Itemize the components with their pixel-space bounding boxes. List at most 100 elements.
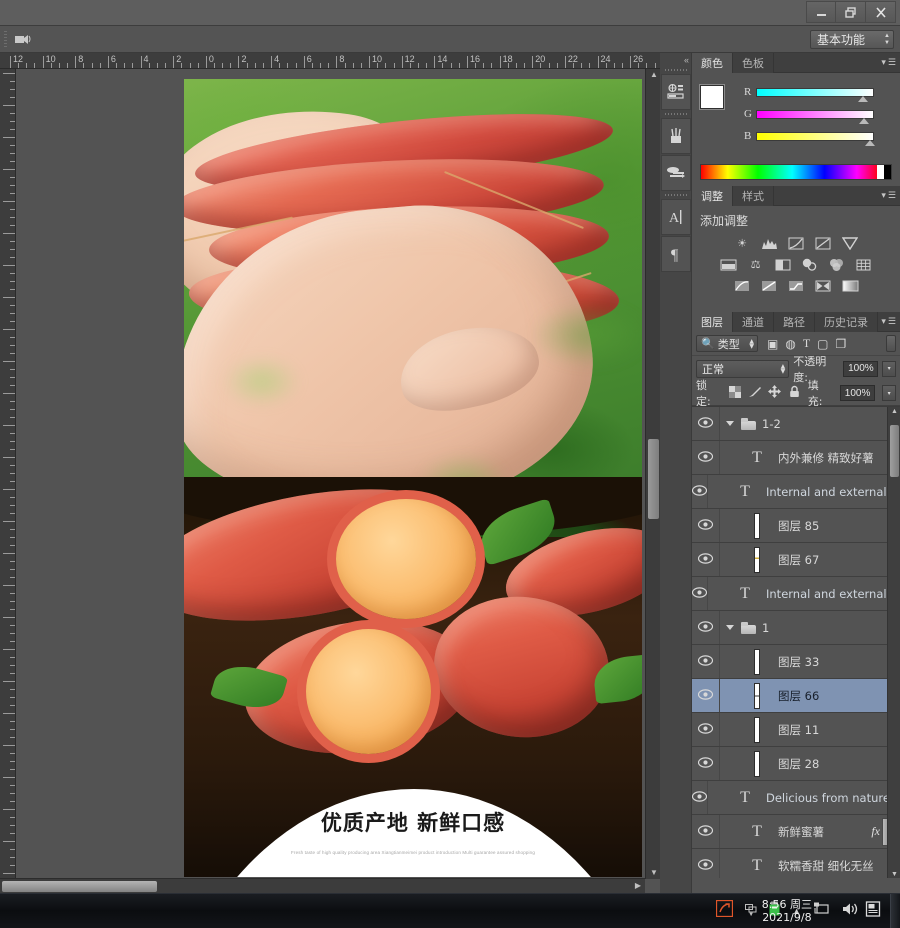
- layer-row[interactable]: T 软糯香甜 细化无丝: [692, 849, 900, 878]
- scroll-up-icon[interactable]: ▲: [650, 71, 658, 79]
- layer-visibility-toggle[interactable]: [692, 747, 720, 780]
- channel-thumb-r[interactable]: [857, 95, 868, 102]
- selective-color-icon[interactable]: [813, 277, 833, 294]
- layer-row[interactable]: 1: [692, 611, 900, 645]
- layer-visibility-toggle[interactable]: [692, 645, 720, 678]
- black-white-swatch[interactable]: [877, 165, 891, 179]
- hue-saturation-icon[interactable]: [719, 256, 739, 273]
- lock-transparent-pixels-icon[interactable]: [728, 385, 741, 401]
- horizontal-ruler[interactable]: 12 10 8 6 4 2 0 2 4 6 8 10 12 14 16 18 20 22 24 26: [0, 53, 660, 69]
- layer-visibility-toggle[interactable]: [692, 679, 720, 712]
- layer-thumbnail[interactable]: [742, 750, 772, 777]
- layer-row[interactable]: T Internal and external ...: [692, 475, 900, 509]
- layer-thumbnail[interactable]: T: [730, 483, 760, 501]
- vibrance-icon[interactable]: [840, 235, 860, 252]
- show-desktop-button[interactable]: [890, 893, 900, 928]
- rail-grip-3[interactable]: [661, 192, 691, 198]
- tab-color[interactable]: 颜色: [692, 53, 733, 73]
- scroll-down-icon[interactable]: ▼: [650, 869, 658, 877]
- color-lookup-icon[interactable]: [854, 256, 874, 273]
- layer-thumbnail[interactable]: T: [742, 449, 772, 467]
- layer-thumbnail[interactable]: [742, 512, 772, 539]
- blend-mode-dropdown[interactable]: 正常 ▲ ▼: [696, 359, 790, 378]
- channel-thumb-g[interactable]: [859, 117, 870, 124]
- black-and-white-icon[interactable]: [773, 256, 793, 273]
- layer-thumbnail[interactable]: T: [742, 823, 772, 841]
- group-disclosure-triangle-icon[interactable]: [726, 421, 734, 426]
- layer-visibility-toggle[interactable]: [692, 713, 720, 746]
- threshold-icon[interactable]: [786, 277, 806, 294]
- layer-thumbnail[interactable]: T: [730, 585, 760, 603]
- collapse-panels-icon[interactable]: «: [684, 55, 689, 65]
- filter-pixel-icon[interactable]: ▣: [767, 337, 778, 351]
- lock-image-pixels-icon[interactable]: [748, 386, 761, 401]
- network-icon[interactable]: [813, 902, 830, 921]
- opacity-stepper-button[interactable]: ▾: [882, 360, 896, 377]
- adjustments-panel-menu-icon[interactable]: ▾ ☰: [881, 190, 896, 201]
- layer-list-scrollbar[interactable]: ▲ ▼: [887, 407, 900, 878]
- scroll-up-icon[interactable]: ▲: [891, 408, 898, 415]
- levels-icon[interactable]: [759, 235, 779, 252]
- canvas-vertical-scrollbar[interactable]: ▲ ▼: [645, 69, 660, 879]
- exposure-icon[interactable]: [813, 235, 833, 252]
- layer-visibility-toggle[interactable]: [692, 543, 720, 576]
- tab-history[interactable]: 历史记录: [815, 312, 878, 332]
- layer-row[interactable]: T新鲜蜜薯fx▾: [692, 815, 900, 849]
- tab-swatches[interactable]: 色板: [733, 53, 774, 73]
- filter-toggle-switch[interactable]: [886, 335, 896, 352]
- opacity-value[interactable]: 100%: [843, 360, 879, 377]
- channel-mixer-icon[interactable]: [827, 256, 847, 273]
- taskbar-app-1[interactable]: [6, 898, 32, 924]
- clone-source-icon[interactable]: [661, 155, 691, 191]
- tab-styles[interactable]: 样式: [733, 186, 774, 206]
- canvas-viewport[interactable]: 优质产地 新鲜口感 Fresh taste of high quality pr…: [16, 69, 644, 877]
- display-settings-icon[interactable]: ▼: [745, 904, 757, 918]
- channel-slider-g[interactable]: [756, 109, 874, 124]
- layer-list[interactable]: 1-2 T 内外兼修 精致好薯 T Internal and external ... 图…: [692, 406, 900, 878]
- brightness-contrast-icon[interactable]: ☀: [732, 235, 752, 252]
- filter-smart-object-icon[interactable]: ❐: [836, 337, 847, 351]
- channel-thumb-b[interactable]: [864, 139, 875, 146]
- layer-thumbnail[interactable]: [742, 546, 772, 573]
- layer-visibility-toggle[interactable]: [692, 441, 720, 474]
- foreground-color-swatch[interactable]: [700, 85, 724, 109]
- close-button[interactable]: [866, 1, 896, 23]
- color-panel-menu-icon[interactable]: ▾ ☰: [881, 57, 896, 68]
- network-monitor-icon[interactable]: [715, 899, 734, 922]
- vertical-ruler[interactable]: [0, 69, 16, 893]
- layer-row[interactable]: 图层 33: [692, 645, 900, 679]
- layers-panel-menu-icon[interactable]: ▾ ☰: [881, 316, 896, 327]
- document-canvas[interactable]: 优质产地 新鲜口感 Fresh taste of high quality pr…: [184, 79, 642, 877]
- group-disclosure-triangle-icon[interactable]: [726, 625, 734, 630]
- layer-visibility-toggle[interactable]: [692, 781, 708, 814]
- layer-thumbnail[interactable]: T: [730, 789, 760, 807]
- layer-visibility-toggle[interactable]: [692, 815, 720, 848]
- layer-row[interactable]: 图层 28: [692, 747, 900, 781]
- filter-shape-icon[interactable]: ▢: [817, 337, 828, 351]
- layer-thumbnail[interactable]: [742, 682, 772, 709]
- brushes-icon[interactable]: [661, 118, 691, 154]
- tab-adjustments[interactable]: 调整: [692, 186, 733, 206]
- layer-filter-kind-dropdown[interactable]: 🔍 类型 ▲ ▼: [696, 335, 758, 352]
- color-spectrum-ramp[interactable]: [700, 164, 892, 180]
- volume-icon[interactable]: [842, 902, 860, 921]
- layer-row[interactable]: 图层 11: [692, 713, 900, 747]
- horizontal-scroll-thumb[interactable]: [2, 881, 157, 892]
- gradient-map-icon[interactable]: [840, 277, 860, 294]
- layer-row[interactable]: 图层 67: [692, 543, 900, 577]
- layer-scroll-thumb[interactable]: [890, 425, 899, 477]
- lock-all-icon[interactable]: [788, 385, 801, 401]
- channel-slider-r[interactable]: [756, 87, 874, 102]
- rail-grip-1[interactable]: [661, 67, 691, 73]
- layer-row[interactable]: 图层 85: [692, 509, 900, 543]
- channel-slider-b[interactable]: [756, 131, 875, 146]
- scroll-right-icon[interactable]: ▶: [635, 882, 641, 890]
- layer-visibility-toggle[interactable]: [692, 577, 708, 610]
- layer-visibility-toggle[interactable]: [692, 849, 720, 878]
- rail-grip-2[interactable]: [661, 111, 691, 117]
- tab-layers[interactable]: 图层: [692, 312, 733, 332]
- canvas-horizontal-scrollbar[interactable]: ▶: [0, 878, 645, 893]
- layer-row[interactable]: T 内外兼修 精致好薯: [692, 441, 900, 475]
- restore-button[interactable]: [836, 1, 866, 23]
- scroll-down-icon[interactable]: ▼: [891, 871, 898, 878]
